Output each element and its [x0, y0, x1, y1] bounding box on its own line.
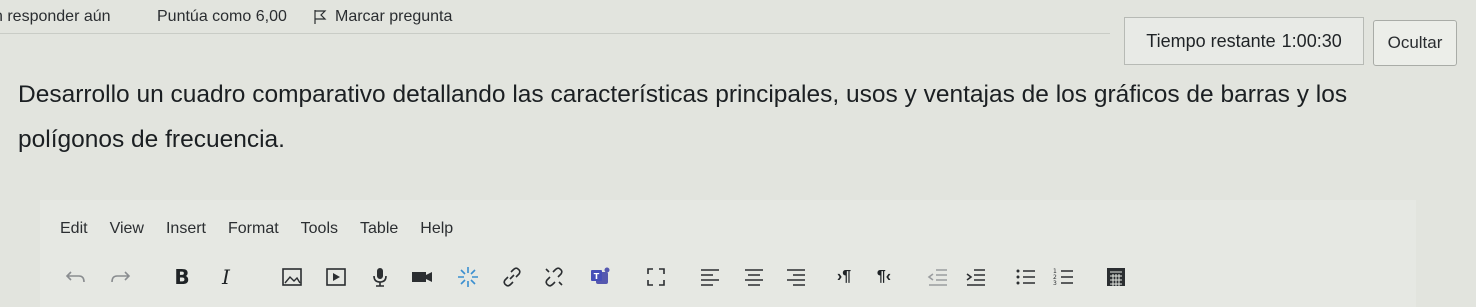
editor-toolbar: B I T ›¶ ¶‹ 1 2 3 — [40, 255, 1416, 299]
outdent-button[interactable] — [924, 263, 952, 291]
equation-editor-icon — [1107, 268, 1125, 286]
menu-help[interactable]: Help — [420, 220, 453, 238]
teams-icon: T — [591, 267, 610, 284]
flag-question-label: Marcar pregunta — [335, 8, 453, 25]
media-icon — [326, 268, 346, 286]
bullet-list-button[interactable] — [1012, 263, 1040, 291]
align-right-icon — [787, 269, 805, 286]
menu-edit[interactable]: Edit — [60, 220, 88, 238]
numbered-list-button[interactable]: 123 — [1050, 263, 1078, 291]
menu-insert[interactable]: Insert — [166, 220, 206, 238]
redo-icon — [111, 271, 131, 283]
rich-text-editor: Edit View Insert Format Tools Table Help… — [40, 200, 1416, 307]
unlink-icon — [545, 267, 563, 287]
rtl-button[interactable]: ¶‹ — [870, 263, 898, 291]
h5p-button[interactable] — [454, 263, 482, 291]
link-icon — [503, 267, 521, 287]
bullet-list-icon — [1016, 269, 1035, 285]
numbered-list-icon: 123 — [1053, 268, 1073, 287]
menu-table[interactable]: Table — [360, 220, 398, 238]
question-text: Desarrollo un cuadro comparativo detalla… — [18, 81, 1348, 153]
menu-tools[interactable]: Tools — [301, 220, 338, 238]
divider — [0, 33, 1110, 34]
italic-button[interactable]: I — [212, 263, 240, 291]
undo-icon — [65, 271, 85, 283]
menu-format[interactable]: Format — [228, 220, 279, 238]
flag-icon — [314, 10, 327, 24]
bold-button[interactable]: B — [168, 263, 196, 291]
align-center-icon — [745, 269, 763, 286]
timer-label: Tiempo restante — [1146, 30, 1276, 51]
timer-value: 1:00:30 — [1281, 30, 1342, 51]
unlink-button[interactable] — [540, 263, 568, 291]
align-right-button[interactable] — [782, 263, 810, 291]
indent-button[interactable] — [962, 263, 990, 291]
fullscreen-button[interactable] — [642, 263, 670, 291]
link-button[interactable] — [498, 263, 526, 291]
record-video-icon — [412, 272, 432, 282]
outdent-icon — [927, 269, 947, 286]
align-left-button[interactable] — [696, 263, 724, 291]
indent-icon — [966, 269, 985, 286]
question-status: n responder aún — [0, 8, 111, 25]
h5p-icon — [458, 267, 478, 287]
media-button[interactable] — [322, 263, 350, 291]
question-grade: Puntúa como 6,00 — [157, 8, 287, 25]
fullscreen-icon — [647, 268, 665, 286]
align-center-button[interactable] — [740, 263, 768, 291]
equation-editor-button[interactable] — [1102, 263, 1130, 291]
menu-view[interactable]: View — [110, 220, 144, 238]
editor-menubar: Edit View Insert Format Tools Table Help — [60, 220, 453, 238]
align-left-icon — [701, 269, 719, 286]
image-button[interactable] — [278, 263, 306, 291]
record-audio-icon — [373, 268, 387, 287]
svg-text:3: 3 — [1053, 280, 1057, 287]
svg-text:T: T — [594, 272, 600, 281]
undo-button[interactable] — [62, 263, 90, 291]
hide-timer-button[interactable]: Ocultar — [1373, 20, 1457, 66]
ltr-button[interactable]: ›¶ — [830, 263, 858, 291]
flag-question-link[interactable]: Marcar pregunta — [313, 8, 452, 26]
quiz-timer: Tiempo restante 1:00:30 — [1124, 17, 1364, 65]
teams-meeting-button[interactable]: T — [586, 263, 614, 291]
redo-button[interactable] — [106, 263, 134, 291]
record-video-button[interactable] — [408, 263, 436, 291]
image-icon — [282, 268, 302, 286]
record-audio-button[interactable] — [366, 263, 394, 291]
